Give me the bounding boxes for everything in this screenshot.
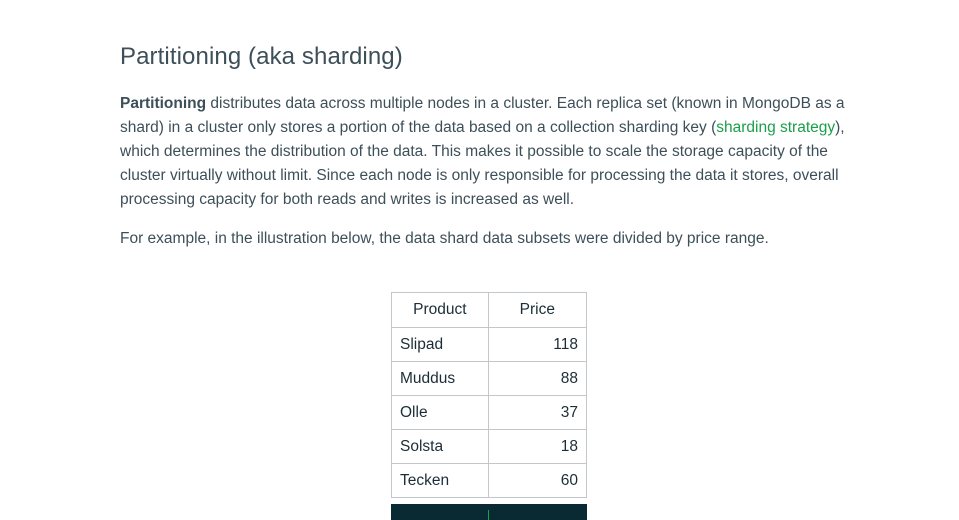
cell-price: 37 [487,395,588,430]
cell-price: 88 [487,361,588,396]
sharding-strategy-link[interactable]: sharding strategy [716,119,835,136]
cell-product: Solsta [391,429,489,464]
header-price: Price [487,292,588,328]
intro-paragraph: Partitioning distributes data across mul… [120,92,860,212]
table-row: Solsta 18 [391,429,588,464]
bold-term: Partitioning [120,95,207,112]
table-row: Muddus 88 [391,361,588,396]
table-row: Olle 37 [391,395,588,430]
product-price-table: Product Price Slipad 118 Muddus 88 Olle … [391,292,588,498]
cell-product: Olle [391,395,489,430]
table-header-row: Product Price [391,292,588,328]
section-heading: Partitioning (aka sharding) [120,43,403,70]
cell-product: Tecken [391,463,489,498]
illustration-dark-bar [391,504,587,520]
cell-price: 18 [487,429,588,464]
cell-product: Muddus [391,361,489,396]
product-price-table-wrapper: Product Price Slipad 118 Muddus 88 Olle … [391,292,588,498]
cell-price: 118 [487,327,588,362]
table-row: Tecken 60 [391,463,588,498]
header-product: Product [391,292,489,328]
cell-price: 60 [487,463,588,498]
example-paragraph: For example, in the illustration below, … [120,230,769,247]
table-row: Slipad 118 [391,327,588,362]
article-content: Partitioning (aka sharding) Partitioning… [120,40,860,251]
cell-product: Slipad [391,327,489,362]
illustration-green-connector [488,510,489,520]
